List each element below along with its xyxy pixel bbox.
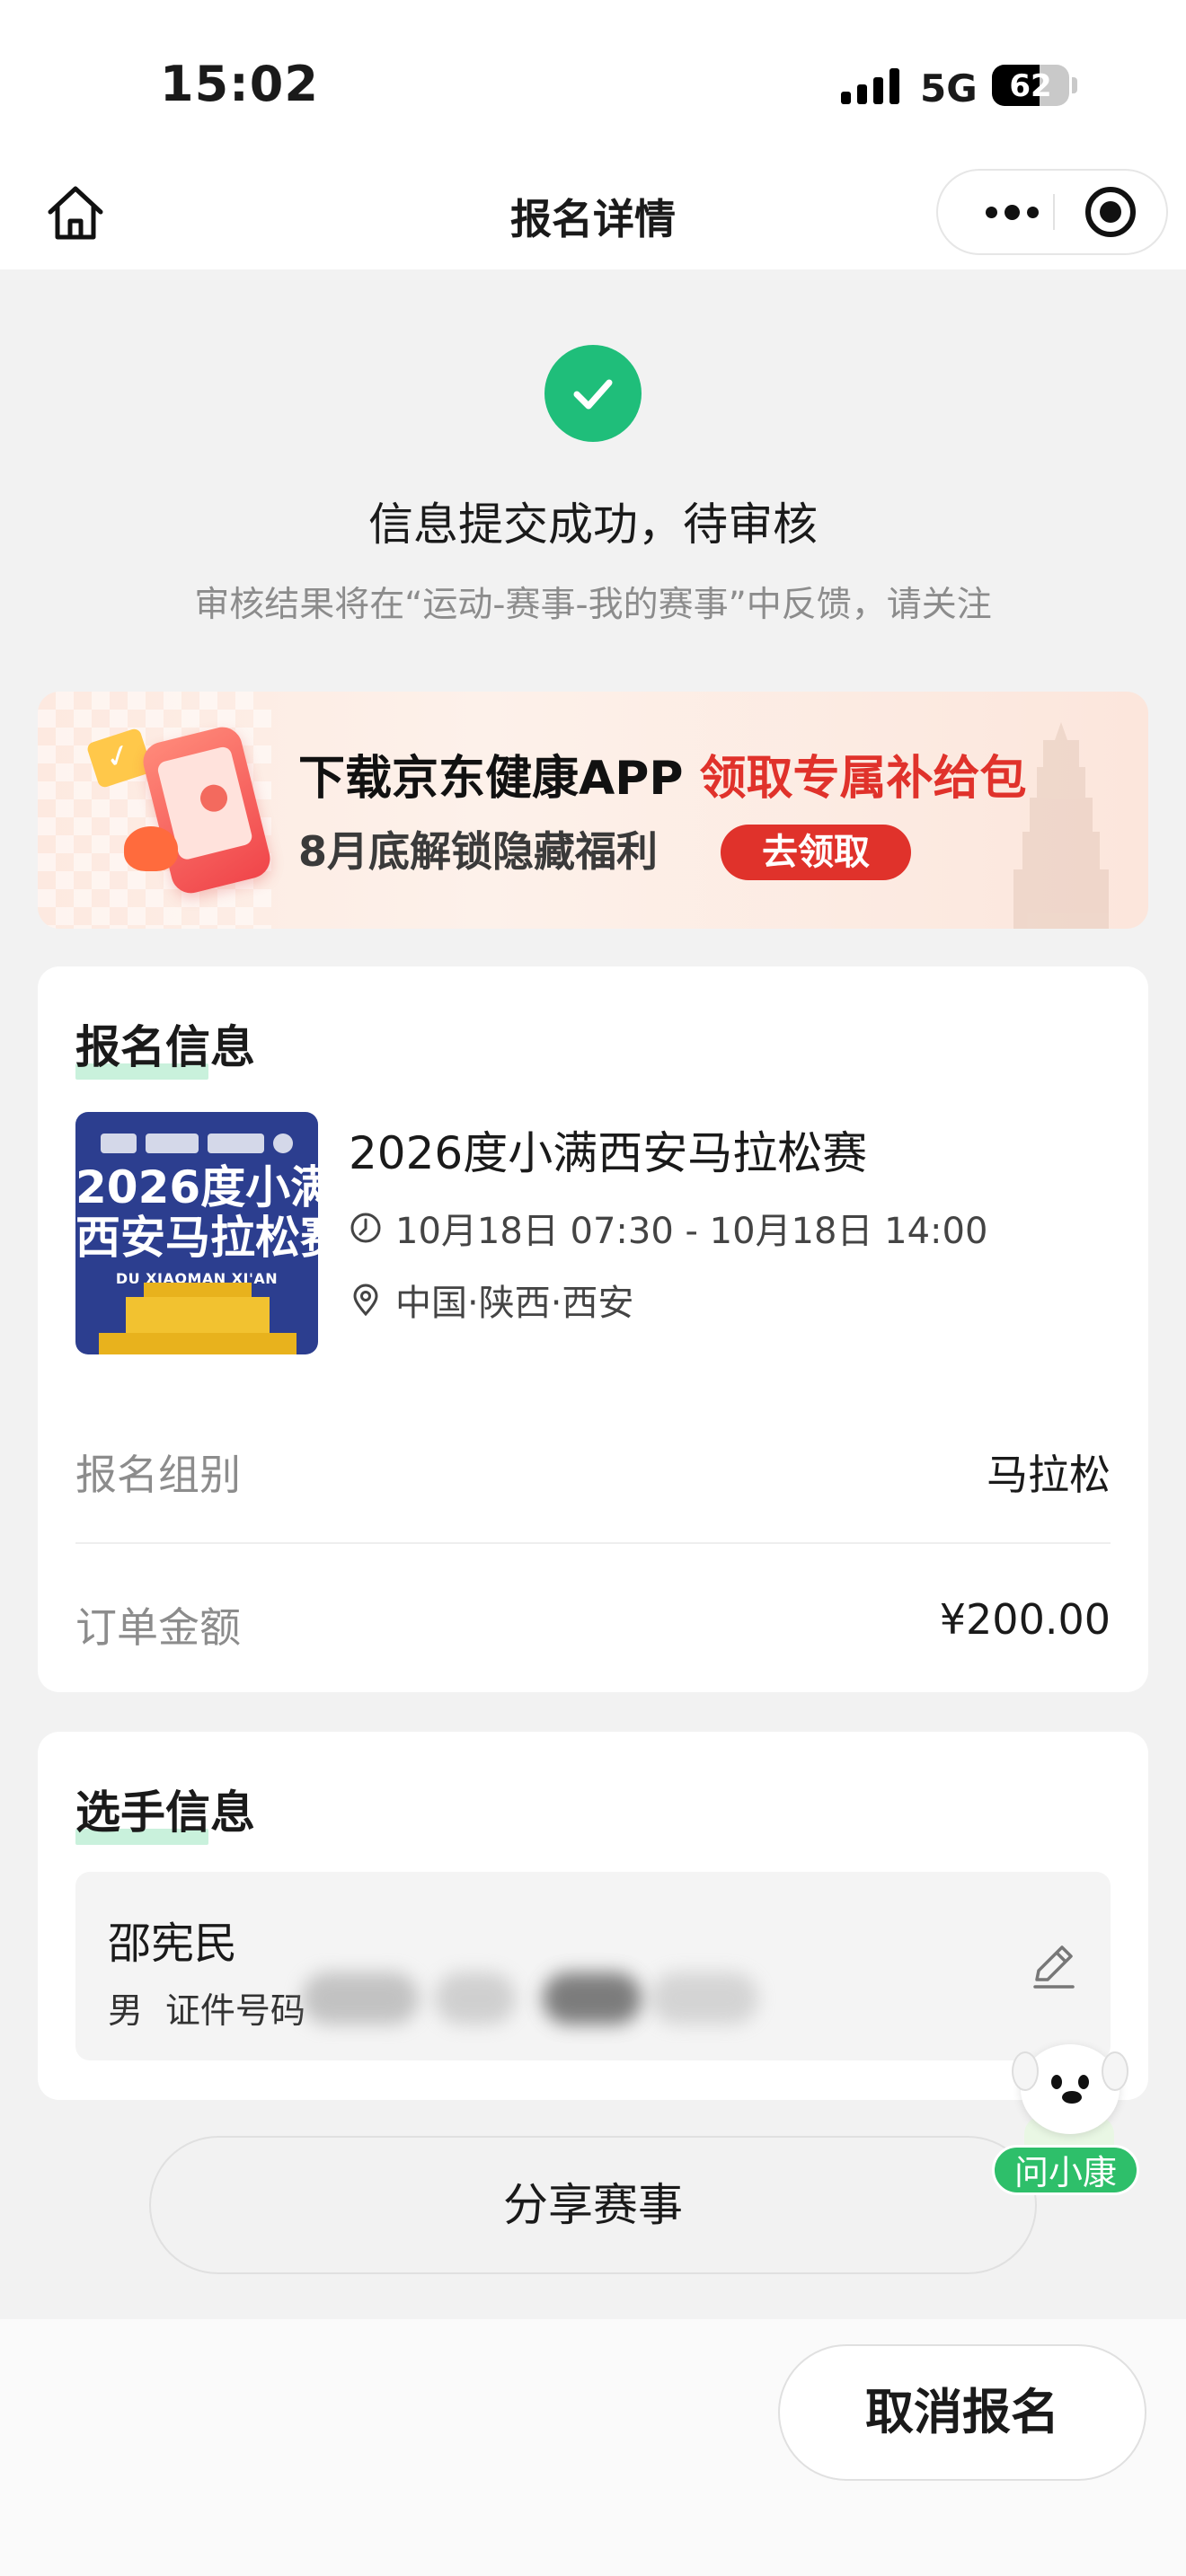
battery-percent: 62 [1009,68,1052,104]
player-info-card: 选手信息 邵宪民 男 证件号码 [38,1732,1148,2100]
mini-program-capsule [936,169,1168,255]
cancel-registration-button[interactable]: 取消报名 [778,2344,1146,2481]
network-type: 5G [920,66,978,110]
row-divider [75,1542,1111,1544]
banner-subline: 8月底解锁隐藏福利 [298,827,659,876]
city-gate-illustration [99,1283,296,1354]
poster-title: 2026度小满 西安马拉松赛 [75,1161,318,1264]
player-gender: 男 [108,1991,144,2032]
location-icon [353,1284,378,1317]
event-name: 2026度小满西安马拉松赛 [349,1127,868,1179]
success-title: 信息提交成功，待审核 [368,498,818,551]
group-label: 报名组别 [75,1451,241,1499]
redacted-id [543,1972,642,2025]
status-bar: 15:02 5G 62 [0,0,1186,162]
player-name: 邵宪民 [108,1919,238,1969]
event-location-text: 中国·陕西·西安 [395,1283,634,1324]
section-title-player: 选手信息 [75,1777,255,1845]
dog-mascot-icon [1012,2044,1128,2134]
claim-button[interactable]: 去领取 [721,825,911,880]
group-row: 报名组别 马拉松 [75,1442,1111,1499]
amount-value: ¥200.00 [939,1595,1111,1644]
player-item[interactable]: 邵宪民 男 证件号码 [75,1872,1111,2060]
event-location: 中国·陕西·西安 [349,1274,633,1326]
target-icon[interactable] [1085,187,1136,237]
battery-icon: 62 [992,65,1069,106]
capsule-divider [1053,194,1055,230]
assistant-label: 问小康 [992,2145,1139,2195]
event-time: 10月18日 07:30 - 10月18日 14:00 [349,1202,987,1254]
redacted-id [435,1972,516,2025]
check-icon [573,379,613,410]
bottom-action-bar: 取消报名 [0,2319,1186,2576]
section-title-registration: 报名信息 [75,1011,255,1080]
battery-tip [1072,77,1077,93]
banner-headline-main: 下载京东健康APP [298,752,684,806]
edit-icon[interactable] [1028,1940,1080,1992]
event-time-text: 10月18日 07:30 - 10月18日 14:00 [395,1211,988,1252]
share-event-button[interactable]: 分享赛事 [149,2136,1037,2274]
sponsor-logos [101,1132,293,1155]
more-icon [985,206,997,218]
assistant-mascot[interactable]: 问小康 [988,2044,1143,2199]
banner-headline-highlight: 领取专属补给包 [699,752,1027,806]
promo-banner[interactable]: 下载京东健康APP 领取专属补给包 8月底解锁隐藏福利 去领取 [38,692,1148,929]
success-check-icon [544,345,642,442]
amount-label: 订单金额 [75,1603,241,1652]
clock-icon [350,1213,381,1243]
status-time: 15:02 [160,56,319,112]
nav-bar: 报名详情 [0,162,1186,269]
amount-row: 订单金额 ¥200.00 [75,1595,1111,1652]
redacted-id [651,1972,758,2025]
signal-icon [841,68,899,104]
runner-icon [124,826,178,871]
group-value: 马拉松 [987,1451,1111,1499]
player-details: 男 证件号码 [108,1983,305,2033]
event-poster[interactable]: 2026度小满 西安马拉松赛 DU XIAOMAN XI'AN MARATHON [75,1112,318,1354]
success-subtitle: 审核结果将在“运动-赛事-我的赛事”中反馈，请关注 [194,585,992,625]
banner-headline: 下载京东健康APP 领取专属补给包 [298,740,1026,807]
more-button[interactable] [967,171,1057,253]
redacted-id [302,1972,419,2025]
player-id-label: 证件号码 [164,1991,305,2032]
registration-info-card: 报名信息 2026度小满 西安马拉松赛 DU XIAOMAN XI'AN MAR… [38,966,1148,1692]
